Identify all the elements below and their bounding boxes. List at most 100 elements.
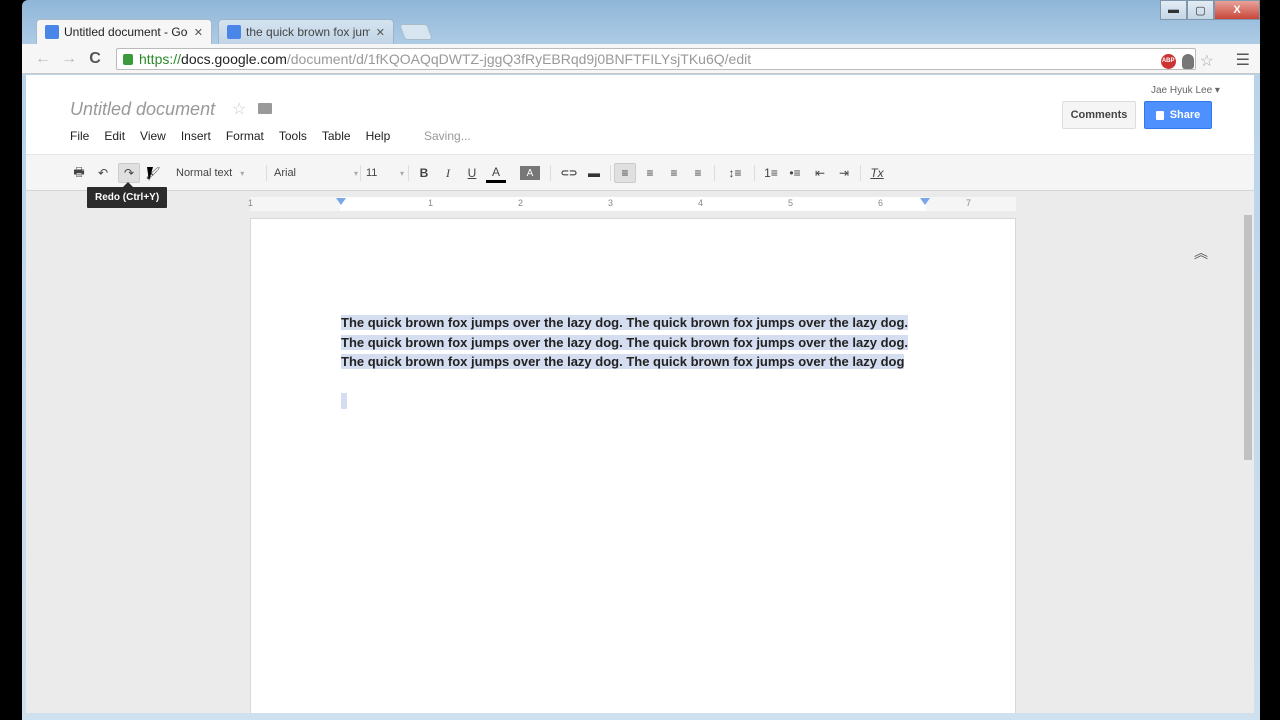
style-dropdown[interactable]: Normal text ▾ (176, 163, 260, 183)
left-indent-marker[interactable] (336, 198, 346, 205)
docs-app: Untitled document ☆ File Edit View Inser… (26, 75, 1254, 713)
chevron-down-icon: ▾ (353, 168, 358, 178)
font-size-dropdown[interactable]: 11 ▾ (366, 163, 404, 183)
increase-indent-button[interactable]: ⇥ (834, 163, 854, 183)
divider (266, 165, 267, 181)
chevron-down-icon: ▾ (399, 168, 404, 178)
menu-bar: File Edit View Insert Format Tools Table… (70, 129, 405, 143)
menu-view[interactable]: View (140, 129, 166, 143)
align-left-button[interactable]: ≡ (614, 163, 636, 183)
back-button[interactable]: ← (30, 50, 56, 68)
share-button[interactable]: Share (1144, 101, 1212, 129)
document-body[interactable]: The quick brown fox jumps over the lazy … (341, 313, 923, 372)
minimize-button[interactable]: ▬ (1160, 0, 1187, 20)
forward-button[interactable]: → (56, 50, 82, 68)
align-center-button[interactable]: ≡ (640, 163, 660, 183)
menu-table[interactable]: Table (322, 129, 351, 143)
docs-icon (45, 25, 59, 39)
redo-button[interactable]: ↷ (118, 163, 140, 183)
tab-title: the quick brown fox jump (246, 25, 370, 39)
ruler: 1 1 2 3 4 5 6 7 (248, 197, 1016, 211)
chevron-down-icon: ▾ (240, 168, 245, 178)
document-page[interactable]: The quick brown fox jumps over the lazy … (250, 218, 1016, 713)
document-title[interactable]: Untitled document (70, 99, 215, 120)
menu-help[interactable]: Help (366, 129, 391, 143)
menu-tools[interactable]: Tools (279, 129, 307, 143)
save-status: Saving... (424, 129, 471, 143)
redo-tooltip: Redo (Ctrl+Y) (87, 182, 168, 208)
tab-search[interactable]: the quick brown fox jump ✕ (218, 19, 394, 44)
style-value: Normal text (176, 167, 233, 179)
menu-edit[interactable]: Edit (104, 129, 125, 143)
align-right-button[interactable]: ≡ (664, 163, 684, 183)
folder-icon[interactable] (258, 103, 272, 114)
address-bar[interactable]: https://docs.google.com/document/d/1fKQO… (116, 48, 1196, 70)
collapse-toolbar-icon[interactable]: ︽ (1194, 243, 1208, 263)
ruler-number: 2 (518, 198, 524, 208)
undo-button[interactable]: ↶ (94, 163, 112, 183)
divider (754, 165, 755, 181)
selected-text[interactable]: The quick brown fox jumps over the lazy … (341, 315, 909, 370)
close-window-button[interactable]: X (1214, 0, 1260, 20)
justify-button[interactable]: ≡ (688, 163, 708, 183)
ruler-number: 3 (608, 198, 614, 208)
browser-window: Untitled document - Goo ✕ the quick brow… (22, 0, 1260, 720)
text-cursor (341, 393, 347, 409)
numbered-list-button[interactable]: 1≡ (760, 163, 782, 183)
bold-button[interactable]: B (414, 163, 434, 183)
tab-docs[interactable]: Untitled document - Goo ✕ (36, 19, 212, 44)
menu-format[interactable]: Format (226, 129, 264, 143)
editing-toolbar: 🖶 ↶ ↷ 🖌 Normal text ▾ Arial ▾ 11 ▾ B I U A … (26, 154, 1254, 261)
ruler-number: 4 (698, 198, 704, 208)
lightbulb-icon[interactable] (1181, 53, 1194, 69)
close-tab-icon[interactable]: ✕ (376, 26, 385, 39)
right-indent-marker[interactable] (920, 198, 930, 205)
lock-icon (123, 53, 133, 65)
divider (408, 165, 409, 181)
italic-button[interactable]: I (438, 163, 458, 183)
highlight-color-button[interactable]: A (520, 166, 540, 180)
ruler-number: 6 (878, 198, 884, 208)
user-account[interactable]: Jae Hyuk Lee ▾ (1151, 85, 1220, 96)
comments-button[interactable]: Comments (1062, 101, 1136, 129)
maximize-button[interactable]: ▢ (1187, 0, 1214, 20)
url-path: /document/d/1fKQOAQqDWTZ-jggQ3fRyEBRqd9j… (286, 51, 752, 67)
divider (860, 165, 861, 181)
tab-strip: Untitled document - Goo ✕ the quick brow… (22, 0, 1260, 44)
divider (550, 165, 551, 181)
close-tab-icon[interactable]: ✕ (194, 26, 203, 39)
font-dropdown[interactable]: Arial ▾ (274, 163, 358, 183)
star-icon[interactable]: ☆ (232, 99, 246, 119)
clear-formatting-button[interactable]: Tx (866, 163, 888, 183)
decrease-indent-button[interactable]: ⇤ (810, 163, 830, 183)
lock-icon (1155, 110, 1164, 120)
divider (360, 165, 361, 181)
menu-insert[interactable]: Insert (181, 129, 211, 143)
tab-title: Untitled document - Goo (64, 25, 188, 39)
vertical-scrollbar[interactable] (1244, 215, 1252, 460)
insert-comment-button[interactable]: ▬ (584, 163, 604, 183)
underline-button[interactable]: U (462, 163, 482, 183)
print-button[interactable]: 🖶 (70, 163, 88, 183)
reload-button[interactable]: C (82, 50, 108, 68)
insert-link-button[interactable]: ⊂⊃ (558, 163, 580, 183)
menu-file[interactable]: File (70, 129, 89, 143)
font-size-value: 11 (366, 167, 378, 179)
extensions: ABP ☆ (1160, 51, 1214, 71)
browser-toolbar: ← → C https://docs.google.com/document/d… (22, 44, 1260, 74)
ruler-number: 1 (248, 198, 254, 208)
ruler-number: 5 (788, 198, 794, 208)
new-tab-button[interactable] (399, 24, 433, 40)
bookmark-star-icon[interactable]: ☆ (1200, 51, 1214, 71)
adblock-icon[interactable]: ABP (1160, 53, 1176, 69)
line-spacing-button[interactable]: ↕≡ (720, 163, 750, 183)
ruler-number: 7 (966, 198, 972, 208)
browser-menu-icon[interactable]: ☰ (1236, 50, 1250, 70)
url-scheme: https:// (139, 51, 182, 67)
share-label: Share (1169, 109, 1201, 121)
window-controls: ▬ ▢ X (1160, 0, 1260, 20)
bulleted-list-button[interactable]: •≡ (784, 163, 806, 183)
text-color-button[interactable]: A (486, 163, 506, 183)
divider (714, 165, 715, 181)
font-value: Arial (274, 167, 297, 179)
